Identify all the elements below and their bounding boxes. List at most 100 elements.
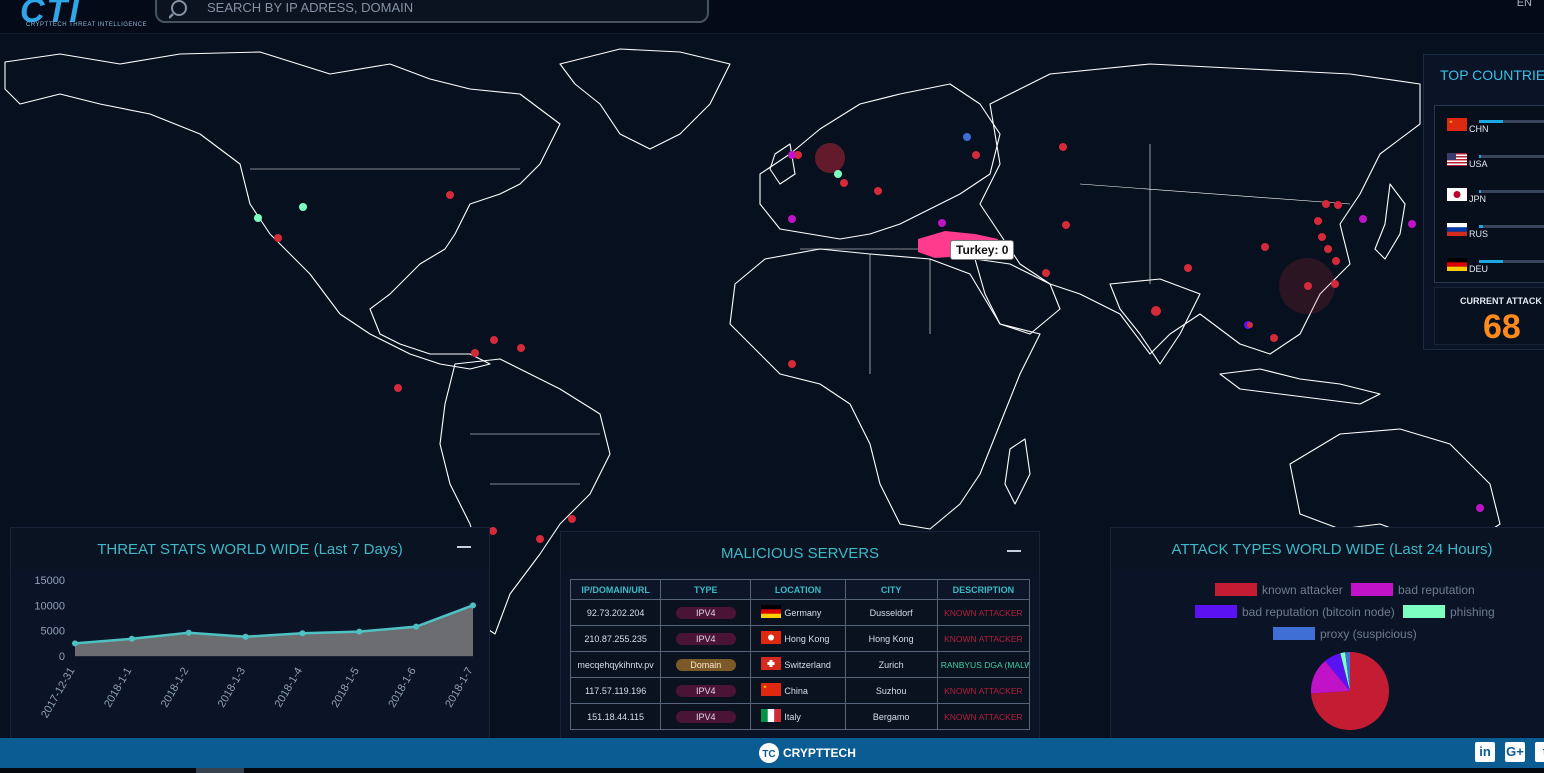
country-row-chn[interactable]: CHN <box>1435 114 1544 144</box>
twitter-icon[interactable]: t <box>1535 742 1544 762</box>
ip-cell[interactable]: 117.57.119.196 <box>569 677 662 704</box>
ip-cell[interactable]: mecqehqykihntv.pv <box>569 651 662 678</box>
type-badge: IPV4 <box>675 632 736 645</box>
country-row-deu[interactable]: DEU <box>1435 254 1544 284</box>
attack-marker <box>1062 221 1070 229</box>
country-bar-fill <box>1479 155 1482 158</box>
malicious-servers-header: MALICIOUS SERVERS <box>561 532 1039 574</box>
attack-marker <box>1247 322 1253 328</box>
location-name: Hong Kong <box>784 634 830 644</box>
legend-swatch[interactable] <box>1195 605 1237 618</box>
minimize-icon[interactable] <box>1007 550 1021 552</box>
legend-label[interactable]: phishing <box>1450 605 1495 619</box>
description-text: KNOWN ATTACKER <box>944 685 1023 696</box>
type-badge: Domain <box>675 658 736 671</box>
location-name: Switzerland <box>784 660 831 670</box>
attack-marker <box>446 191 454 199</box>
italy-flag-icon <box>761 709 782 722</box>
search-box[interactable] <box>155 0 709 23</box>
minimize-icon[interactable] <box>457 546 471 548</box>
country-row-jpn[interactable]: JPN <box>1435 184 1544 214</box>
attack-marker <box>471 349 479 357</box>
footer-brand[interactable]: TC CRYPTTECH <box>758 742 856 764</box>
attack-marker <box>517 344 525 352</box>
hongkong-flag-icon <box>761 631 782 644</box>
column-header: CITY <box>844 579 938 600</box>
russia-flag-icon <box>1447 223 1467 236</box>
attack-types-header: ATTACK TYPES WORLD WIDE (Last 24 Hours) <box>1111 528 1544 570</box>
attack-marker <box>254 214 262 222</box>
country-bar-fill <box>1479 225 1483 228</box>
linkedin-icon[interactable]: in <box>1475 742 1495 762</box>
attack-marker <box>1059 143 1067 151</box>
top-countries-panel: TOP COUNTRIES CHN USA JPN RUS DEU CURRENT AT… <box>1423 54 1544 350</box>
data-point[interactable] <box>470 602 476 609</box>
country-row-rus[interactable]: RUS <box>1435 219 1544 249</box>
table-row[interactable]: mecqehqykihntv.pv Domain Switzerland Zurich… <box>569 651 1031 678</box>
country-bar <box>1479 120 1544 123</box>
ip-cell[interactable]: 151.18.44.115 <box>569 703 662 730</box>
search-input[interactable] <box>207 0 687 16</box>
ip-cell[interactable]: 210.87.255.235 <box>569 625 662 652</box>
attack-marker <box>788 215 796 223</box>
search-icon[interactable] <box>169 0 189 20</box>
language-selector[interactable]: EN <box>1517 0 1532 9</box>
attack-marker <box>1042 269 1050 277</box>
data-point[interactable] <box>413 623 420 630</box>
attack-marker <box>963 133 971 141</box>
legend-label[interactable]: known attacker <box>1262 583 1343 597</box>
description-cell: KNOWN ATTACKER <box>936 625 1031 652</box>
data-point[interactable] <box>242 633 249 640</box>
table-row[interactable]: 210.87.255.235 IPV4 Hong Kong Hong Kong KNOW… <box>569 625 1031 652</box>
legend-swatch[interactable] <box>1273 627 1315 640</box>
country-bar-fill <box>1479 190 1482 193</box>
attack-marker <box>299 203 307 211</box>
malicious-servers-title: MALICIOUS SERVERS <box>720 544 880 562</box>
svg-text:TC: TC <box>762 749 775 760</box>
legend-label[interactable]: bad reputation (bitcoin node) <box>1242 605 1395 619</box>
attack-marker <box>1332 257 1340 265</box>
data-point[interactable] <box>356 628 363 635</box>
x-tick-label: 2018-1-2 <box>159 666 191 710</box>
legend-label[interactable]: bad reputation <box>1398 583 1475 597</box>
malicious-servers-panel: MALICIOUS SERVERS IP/DOMAIN/URL TYPE LOCAT… <box>560 531 1040 739</box>
data-point[interactable] <box>185 629 192 636</box>
ip-cell[interactable]: 92.73.202.204 <box>569 599 662 626</box>
data-point[interactable] <box>128 635 135 642</box>
attack-marker <box>489 527 497 535</box>
attack-marker <box>1331 280 1339 288</box>
legend-swatch[interactable] <box>1215 583 1257 596</box>
table-row[interactable]: 92.73.202.204 IPV4 Germany Dusseldorf KNOWN … <box>569 599 1031 626</box>
y-tick-label: 5000 <box>41 626 65 638</box>
description-text: KNOWN ATTACKER <box>944 607 1023 618</box>
top-countries-title: TOP COUNTRIES <box>1440 67 1544 83</box>
data-point[interactable] <box>72 640 78 647</box>
city-cell: Dusseldorf <box>844 599 938 626</box>
country-bar <box>1479 225 1544 228</box>
type-cell: IPV4 <box>660 599 752 626</box>
scroll-thumb[interactable] <box>196 768 244 773</box>
y-tick-label: 10000 <box>34 600 65 612</box>
y-tick-label: 0 <box>59 651 65 663</box>
legend-swatch[interactable] <box>1351 583 1393 596</box>
column-header: TYPE <box>660 579 752 600</box>
legend-label[interactable]: proxy (suspicious) <box>1320 627 1417 641</box>
table-row[interactable]: 117.57.119.196 IPV4 China Suzhou KNOWN ATTAC… <box>569 677 1031 704</box>
legend-swatch[interactable] <box>1403 605 1445 618</box>
description-cell: KNOWN ATTACKER <box>936 599 1031 626</box>
google-plus-icon[interactable]: G+ <box>1505 742 1525 762</box>
area-fill <box>75 605 473 656</box>
attack-marker <box>1151 306 1161 316</box>
data-point[interactable] <box>299 630 306 637</box>
attack-marker <box>788 151 796 159</box>
attack-types-title: ATTACK TYPES WORLD WIDE (Last 24 Hours) <box>1171 540 1493 558</box>
attack-marker <box>1322 200 1330 208</box>
column-header: DESCRIPTION <box>936 579 1031 600</box>
table-row[interactable]: 151.18.44.115 IPV4 Italy Bergamo KNOWN ATTAC… <box>569 703 1031 730</box>
threat-stats-panel: THREAT STATS WORLD WIDE (Last 7 Days) 0 5… <box>10 527 490 739</box>
footer-brand-text: CRYPTTECH <box>783 746 856 760</box>
location-cell: Germany <box>750 599 846 626</box>
attack-marker <box>394 384 402 392</box>
country-row-usa[interactable]: USA <box>1435 149 1544 179</box>
bottom-strip <box>0 768 1544 773</box>
